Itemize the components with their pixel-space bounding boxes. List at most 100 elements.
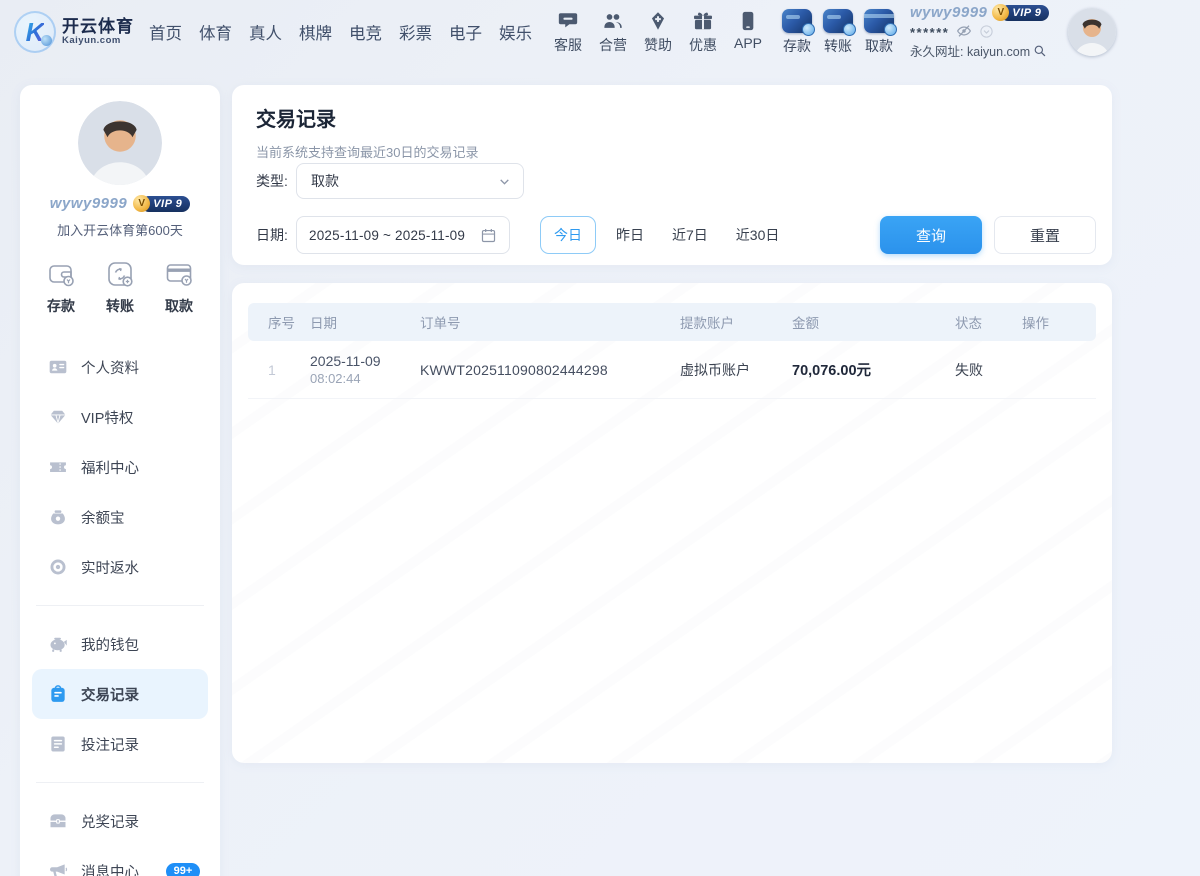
soccer-ball-icon xyxy=(41,35,52,46)
header-avatar[interactable] xyxy=(1068,8,1116,56)
quick-date-7days[interactable]: 近7日 xyxy=(658,216,722,254)
bank-card-icon xyxy=(164,259,194,289)
filters-card: 交易记录 当前系统支持查询最近30日的交易记录 类型: 取款 日期: 2025-… xyxy=(232,85,1112,265)
row-index: 1 xyxy=(268,362,310,378)
row-status: 失败 xyxy=(955,360,1022,380)
sidebar-item-transactions[interactable]: 交易记录 xyxy=(32,669,208,719)
col-account: 提款账户 xyxy=(680,312,792,332)
quick-date-30days[interactable]: 近30日 xyxy=(722,216,794,254)
logo-k-icon: K xyxy=(14,11,56,53)
sidebar-item-welfare[interactable]: 福利中心 xyxy=(20,442,220,492)
sidebar-item-vip[interactable]: VIP特权 xyxy=(20,392,220,442)
chevron-down-icon xyxy=(498,175,511,188)
search-button[interactable]: 查询 xyxy=(880,216,982,254)
unread-count-badge: 99+ xyxy=(166,863,200,876)
sidebar: wywy9999 V VIP 9 加入开云体育第600天 存款 转账 取款 xyxy=(20,85,220,876)
avatar-photo xyxy=(1068,8,1116,56)
nav-slots[interactable]: 电子 xyxy=(447,16,484,48)
ledger-icon xyxy=(48,734,68,754)
chevron-circle-icon[interactable] xyxy=(979,24,994,39)
sidebar-item-rebate[interactable]: 实时返水 xyxy=(20,542,220,592)
quick-date-group: 今日 昨日 近7日 近30日 xyxy=(540,216,793,254)
search-icon[interactable] xyxy=(1033,44,1047,58)
gem-icon xyxy=(48,407,68,427)
sidebar-menu: 个人资料 VIP特权 福利中心 余额宝 实时返水 我的钱包 xyxy=(20,342,220,876)
vip-emblem-icon: V xyxy=(133,195,150,212)
site-logo[interactable]: K 开云体育 Kaiyun.com xyxy=(14,11,134,53)
user-info-block: wywy9999 V VIP 9 ****** 永久网址: kaiyun.com xyxy=(910,4,1060,60)
chat-bubble-icon xyxy=(557,10,579,32)
page-subtitle: 当前系统支持查询最近30日的交易记录 xyxy=(256,142,478,161)
sidebar-item-messages[interactable]: 消息中心 99+ xyxy=(20,846,220,876)
page: K 开云体育 Kaiyun.com 首页 体育 真人 棋牌 电竞 彩票 电子 娱… xyxy=(0,0,1200,876)
type-select[interactable]: 取款 xyxy=(296,163,524,199)
sidebar-item-bet-records[interactable]: 投注记录 xyxy=(20,719,220,769)
sidebar-item-profile[interactable]: 个人资料 xyxy=(20,342,220,392)
col-order-no: 订单号 xyxy=(420,312,680,332)
transfer-quick-button[interactable]: 转账 xyxy=(105,259,135,316)
quick-date-today[interactable]: 今日 xyxy=(540,216,596,254)
megaphone-icon xyxy=(48,861,68,876)
row-amount: 70,076.00元 xyxy=(792,359,955,380)
sidebar-avatar[interactable] xyxy=(78,101,162,185)
nav-lottery[interactable]: 彩票 xyxy=(397,16,434,48)
quick-date-yesterday[interactable]: 昨日 xyxy=(602,216,658,254)
transfer-arrows-icon xyxy=(105,259,135,289)
date-range-input[interactable]: 2025-11-09 ~ 2025-11-09 xyxy=(296,216,510,254)
date-range-value: 2025-11-09 ~ 2025-11-09 xyxy=(309,228,480,243)
nav-live-casino[interactable]: 真人 xyxy=(247,16,284,48)
sidebar-item-wallet[interactable]: 我的钱包 xyxy=(20,619,220,669)
sponsor-button[interactable]: 赞助 xyxy=(644,10,672,55)
membership-days-text: 加入开云体育第600天 xyxy=(20,220,220,239)
avatar-photo xyxy=(78,101,162,185)
col-action: 操作 xyxy=(1022,312,1096,332)
ticket-icon xyxy=(48,457,68,477)
treasure-chest-icon xyxy=(48,811,68,831)
row-date: 2025-11-09 xyxy=(310,353,420,369)
row-time: 08:02:44 xyxy=(310,371,420,386)
app-download-button[interactable]: APP xyxy=(734,10,762,55)
withdraw-button[interactable]: 取款 xyxy=(864,9,894,56)
eye-off-icon[interactable] xyxy=(956,23,972,39)
partnership-button[interactable]: 合营 xyxy=(599,10,627,55)
deposit-button[interactable]: 存款 xyxy=(782,9,812,56)
id-card-icon xyxy=(48,357,68,377)
vip-badge: V VIP 9 xyxy=(133,196,190,212)
diamond-icon xyxy=(647,10,669,32)
header-icon-menu: 客服 合营 赞助 优惠 APP xyxy=(554,10,762,55)
vip-badge: V VIP 9 xyxy=(992,5,1049,21)
sidebar-item-yuebao[interactable]: 余额宝 xyxy=(20,492,220,542)
people-icon xyxy=(602,10,624,32)
row-datetime: 2025-11-09 08:02:44 xyxy=(310,353,420,386)
transaction-bag-icon xyxy=(48,684,68,704)
sidebar-item-prize-records[interactable]: 兑奖记录 xyxy=(20,796,220,846)
nav-home[interactable]: 首页 xyxy=(147,16,184,48)
calendar-icon xyxy=(480,227,497,244)
date-filter-label: 日期: xyxy=(256,216,288,254)
nav-card-games[interactable]: 棋牌 xyxy=(297,16,334,48)
type-select-value: 取款 xyxy=(311,171,498,191)
nav-entertainment[interactable]: 娱乐 xyxy=(497,16,534,48)
type-filter-label: 类型: xyxy=(256,163,288,199)
deposit-quick-button[interactable]: 存款 xyxy=(46,259,76,316)
promotions-button[interactable]: 优惠 xyxy=(689,10,717,55)
main-content: 交易记录 当前系统支持查询最近30日的交易记录 类型: 取款 日期: 2025-… xyxy=(232,85,1112,763)
balance-mask: ****** xyxy=(910,24,949,38)
nav-sports[interactable]: 体育 xyxy=(197,16,234,48)
table-header: 序号 日期 订单号 提款账户 金额 状态 操作 xyxy=(248,303,1096,341)
col-index: 序号 xyxy=(268,312,310,332)
col-status: 状态 xyxy=(955,312,1022,332)
nav-esports[interactable]: 电竞 xyxy=(347,16,384,48)
reset-button[interactable]: 重置 xyxy=(994,216,1096,254)
customer-service-button[interactable]: 客服 xyxy=(554,10,582,55)
page-title: 交易记录 xyxy=(256,103,336,132)
withdraw-quick-button[interactable]: 取款 xyxy=(164,259,194,316)
logo-domain-text: Kaiyun.com xyxy=(62,36,134,46)
transfer-button[interactable]: 转账 xyxy=(823,9,853,56)
row-order-no: KWWT202511090802444298 xyxy=(420,362,680,378)
table-row: 1 2025-11-09 08:02:44 KWWT20251109080244… xyxy=(248,341,1096,399)
piggy-bank-icon xyxy=(48,634,68,654)
smartphone-icon xyxy=(737,10,759,32)
money-pot-icon xyxy=(48,507,68,527)
username: wywy9999 xyxy=(910,4,987,21)
